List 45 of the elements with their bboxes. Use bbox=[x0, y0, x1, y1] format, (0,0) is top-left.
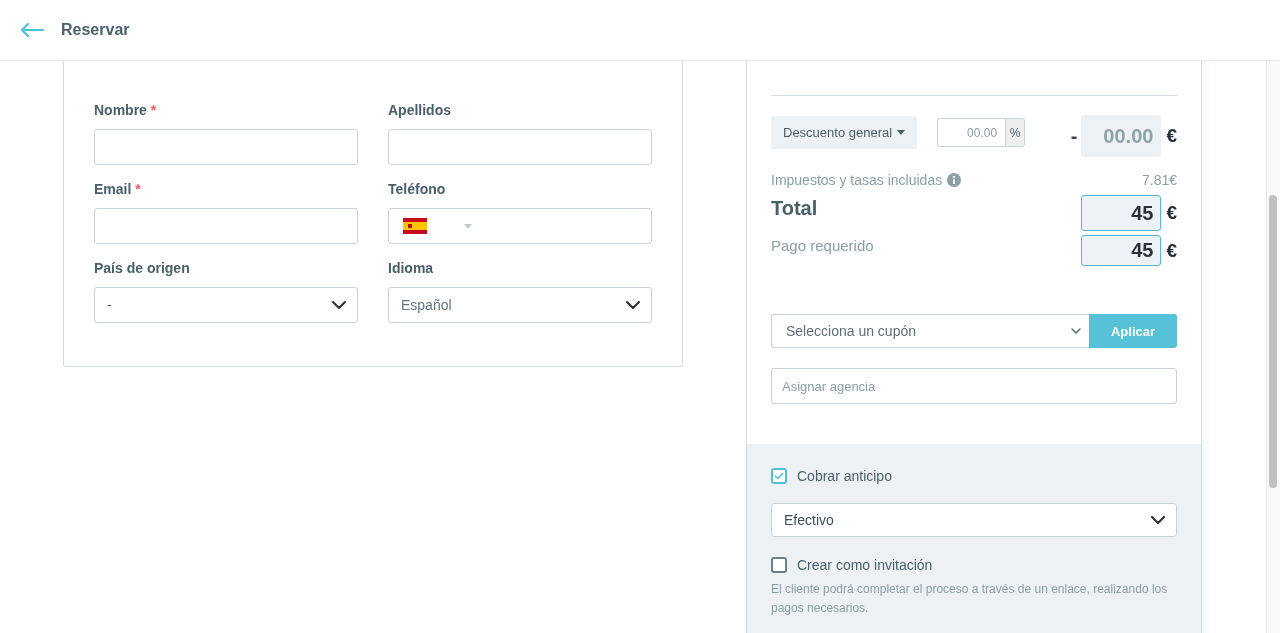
checkbox-label: Crear como invitación bbox=[797, 557, 933, 573]
currency-symbol: € bbox=[1166, 202, 1177, 224]
help-text: El cliente podrá completar el proceso a través de un enlace, realizando los pagos necesarios. bbox=[771, 581, 1169, 617]
currency-symbol: € bbox=[1166, 239, 1177, 262]
percent-addon: % bbox=[1005, 118, 1026, 147]
field-label: País de origen bbox=[94, 259, 191, 277]
chevron-down-icon bbox=[1071, 328, 1081, 334]
caret-icon bbox=[464, 223, 472, 229]
checkbox[interactable] bbox=[771, 468, 787, 484]
field-label: Email * bbox=[94, 180, 141, 198]
percent-input[interactable]: 00.00 bbox=[937, 118, 1006, 147]
total-amount: 45 bbox=[1081, 195, 1162, 231]
field-label: Idioma bbox=[388, 259, 435, 277]
discount-amount: 00.00 bbox=[1081, 115, 1162, 157]
caret-icon bbox=[897, 130, 906, 135]
text-field[interactable] bbox=[94, 208, 358, 244]
discount-type-button[interactable]: Descuento general bbox=[771, 116, 918, 149]
back-arrow-icon[interactable] bbox=[20, 23, 44, 37]
field-label: Teléfono bbox=[388, 180, 447, 198]
phone-field[interactable] bbox=[388, 208, 652, 244]
page-title: Reservar bbox=[61, 21, 130, 39]
field-label: Apellidos bbox=[388, 101, 452, 119]
flag-icon bbox=[403, 218, 427, 234]
checkbox-label: Cobrar anticipo bbox=[797, 468, 892, 484]
payment-method-select[interactable]: Efectivo bbox=[771, 503, 1177, 537]
text-field[interactable] bbox=[94, 129, 358, 165]
chevron-down-icon bbox=[1151, 516, 1165, 524]
checkbox[interactable] bbox=[771, 557, 787, 573]
taxes-label: Impuestos y tasas incluidas bbox=[771, 171, 943, 189]
scrollbar-thumb[interactable] bbox=[1269, 195, 1277, 488]
total-label: Total bbox=[771, 197, 818, 220]
field-label: Nombre * bbox=[94, 101, 157, 119]
info-icon[interactable] bbox=[947, 173, 962, 187]
chevron-down-icon bbox=[626, 301, 640, 309]
text-field[interactable] bbox=[388, 129, 652, 165]
required-payment-label: Pago requerido bbox=[771, 237, 874, 254]
currency-symbol: € bbox=[1166, 125, 1177, 147]
agency-field[interactable]: Asignar agencia bbox=[771, 368, 1177, 404]
chevron-down-icon bbox=[332, 301, 346, 309]
minus-sign: - bbox=[1070, 124, 1078, 148]
required-payment-amount: 45 bbox=[1081, 235, 1162, 266]
dropdown[interactable]: - bbox=[94, 287, 358, 323]
coupon-select[interactable]: Selecciona un cupón bbox=[771, 314, 1089, 348]
taxes-value: 7.81€ bbox=[1141, 171, 1177, 189]
dropdown[interactable]: Español bbox=[388, 287, 652, 323]
